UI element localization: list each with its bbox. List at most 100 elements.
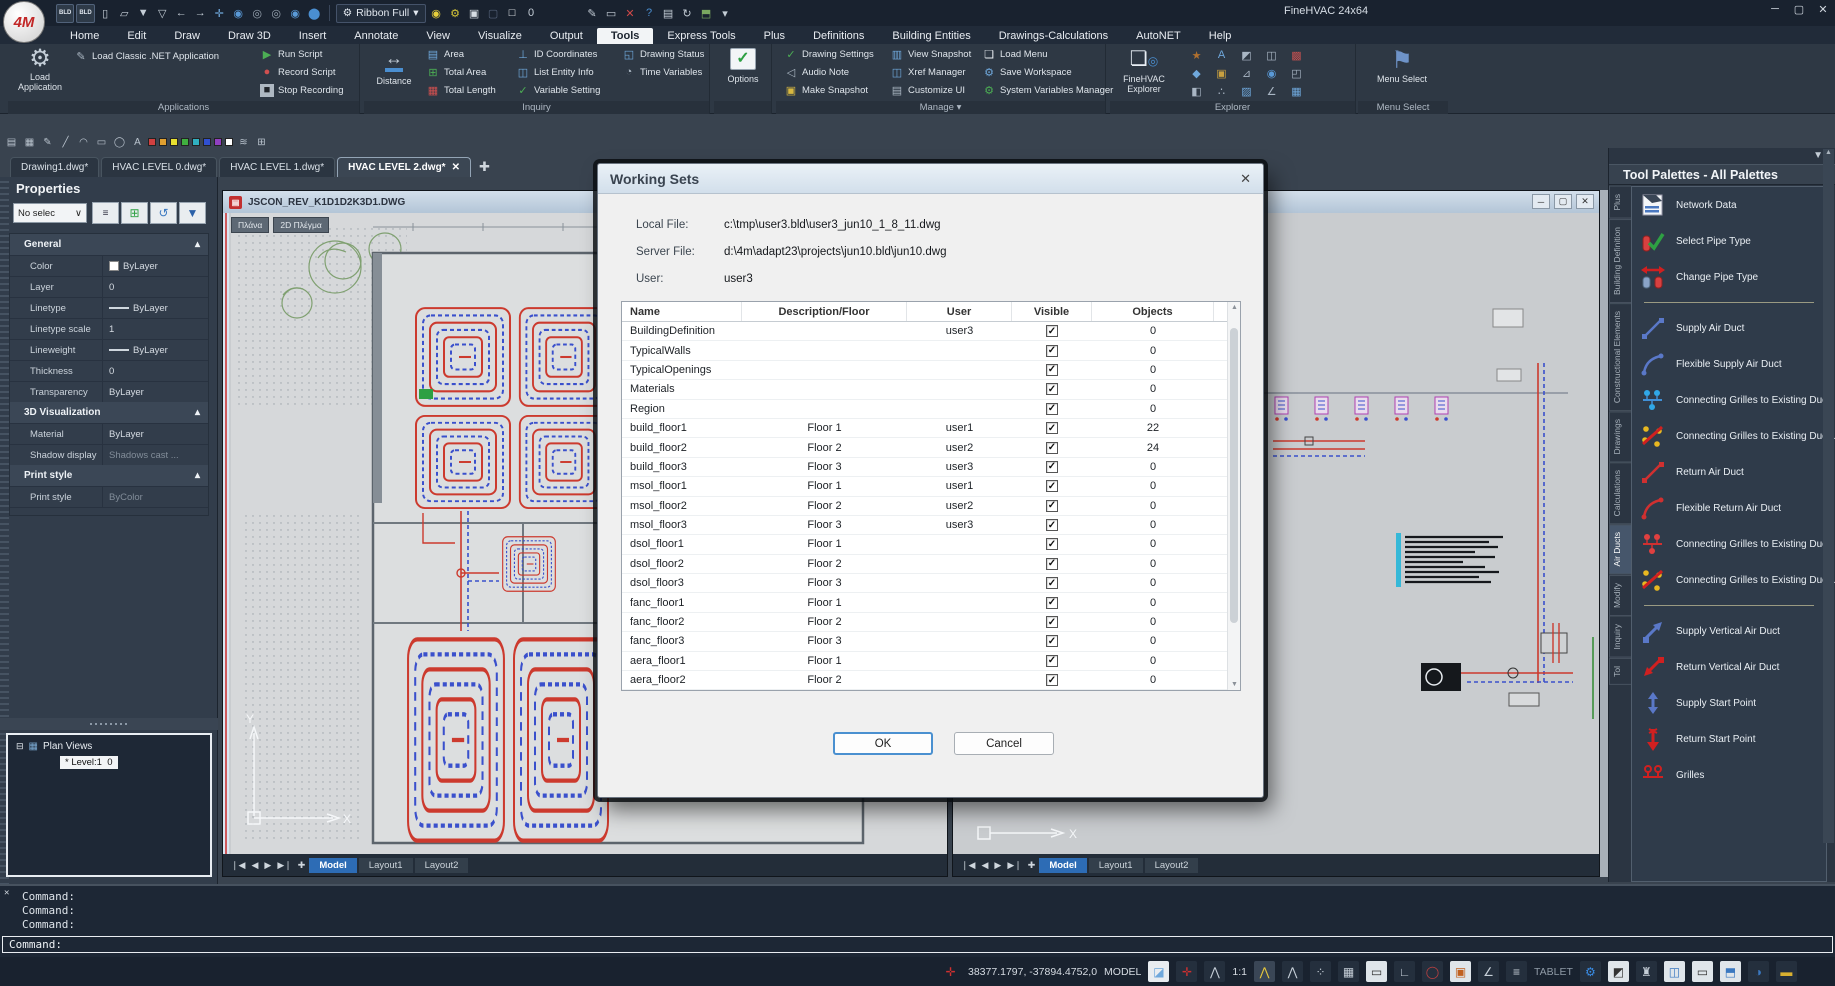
- prop-row-layer[interactable]: Layer0: [10, 276, 208, 297]
- color-swatch[interactable]: [192, 138, 200, 146]
- menu-tab[interactable]: Tools: [597, 28, 654, 44]
- bld-icon[interactable]: BLD: [76, 4, 94, 23]
- new-tab-button[interactable]: ✚: [473, 159, 496, 177]
- palette-tab[interactable]: Calculations: [1609, 462, 1631, 524]
- viewport-scroll-strip[interactable]: [1600, 190, 1608, 877]
- layer-color-icon[interactable]: □: [504, 4, 521, 23]
- prop-row-linetype-scale[interactable]: Linetype scale1: [10, 318, 208, 339]
- new-file-icon[interactable]: ▯: [97, 4, 114, 23]
- finehvac-explorer-button[interactable]: ❏◎ FineHVAC Explorer: [1116, 46, 1172, 94]
- load-classic-net-button[interactable]: ✎ Load Classic .NET Application: [74, 48, 219, 64]
- menu-tab[interactable]: Express Tools: [653, 28, 749, 44]
- bulb-icon[interactable]: ◉: [428, 4, 445, 23]
- menu-tab[interactable]: Home: [56, 28, 113, 44]
- visible-checkbox[interactable]: ✓: [1012, 613, 1092, 631]
- scroll-down-icon[interactable]: ▼: [1228, 681, 1241, 688]
- viewport-restore-button[interactable]: ▢: [1554, 194, 1572, 209]
- color-swatch[interactable]: [170, 138, 178, 146]
- palette-tab[interactable]: Air Ducts: [1609, 524, 1631, 574]
- minimize-button[interactable]: ─: [1767, 3, 1783, 16]
- polar-tracking-icon[interactable]: ◯: [1422, 961, 1443, 982]
- annotation-scale[interactable]: 1:1: [1232, 966, 1247, 978]
- prev-tab-icon[interactable]: ◀: [249, 860, 260, 871]
- close-tab-icon[interactable]: ✕: [452, 162, 460, 173]
- table-row[interactable]: Materials ✓ 0: [622, 380, 1227, 399]
- clipboard-icon[interactable]: ▤: [660, 4, 677, 23]
- panel-splitter[interactable]: [0, 718, 218, 730]
- palette-tab[interactable]: Modify: [1609, 575, 1631, 616]
- layout1-tab[interactable]: Layout1: [1089, 858, 1143, 873]
- menu-tab[interactable]: Help: [1195, 28, 1246, 44]
- table-row[interactable]: msol_floor2 Floor 2 user2 ✓ 0: [622, 497, 1227, 516]
- palette-tab[interactable]: Drawings: [1609, 411, 1631, 462]
- model-tab[interactable]: Model: [309, 858, 356, 873]
- col-user[interactable]: User: [907, 302, 1012, 321]
- plan-view-button[interactable]: Πλάνα: [231, 217, 269, 233]
- audio-note-button[interactable]: ◁Audio Note: [784, 64, 849, 80]
- explorer-tool-icon[interactable]: ◉: [1259, 64, 1284, 82]
- rect-icon[interactable]: ▭: [94, 133, 109, 152]
- color-swatch[interactable]: [159, 138, 167, 146]
- grid-icon[interactable]: ▤: [4, 133, 19, 152]
- gear-yellow-icon[interactable]: ⚙: [447, 4, 464, 23]
- record-script-button[interactable]: ● Record Script: [260, 64, 336, 80]
- visible-checkbox[interactable]: ✓: [1012, 535, 1092, 553]
- explorer-tool-icon[interactable]: ▦: [1284, 82, 1309, 100]
- explorer-tool-icon[interactable]: ◰: [1284, 64, 1309, 82]
- scroll-up-icon[interactable]: ▲: [1228, 304, 1241, 311]
- prev-tab-icon[interactable]: ◀: [979, 860, 990, 871]
- palette-item-flexible-supply-air-duct[interactable]: Flexible Supply Air Duct: [1632, 346, 1826, 382]
- undo-icon[interactable]: ←: [173, 4, 190, 23]
- prop-row-linetype[interactable]: LinetypeByLayer: [10, 297, 208, 318]
- visible-checkbox[interactable]: ✓: [1012, 380, 1092, 398]
- workspace-dropdown[interactable]: ⚙ Ribbon Full ▾: [336, 4, 426, 23]
- palette-item-return-vertical-air-duct[interactable]: Return Vertical Air Duct: [1632, 649, 1826, 685]
- bld-icon[interactable]: BLD: [56, 4, 74, 23]
- explorer-tool-icon[interactable]: ▩: [1284, 46, 1309, 64]
- table-row[interactable]: dsol_floor1 Floor 1 ✓ 0: [622, 535, 1227, 554]
- palette-item-grilles[interactable]: Grilles: [1632, 757, 1826, 793]
- customize-ui-button[interactable]: ▤Customize UI: [890, 82, 965, 98]
- sphere-icon[interactable]: ⬤: [306, 4, 323, 23]
- app-logo-4m[interactable]: 4M: [3, 1, 45, 43]
- table-row[interactable]: fanc_floor3 Floor 3 ✓ 0: [622, 632, 1227, 651]
- monitor-icon[interactable]: ▭: [603, 4, 620, 23]
- palette-tab[interactable]: Inquiry: [1609, 616, 1631, 658]
- visible-checkbox[interactable]: ✓: [1012, 477, 1092, 495]
- palette-tab[interactable]: Tol: [1609, 658, 1631, 685]
- explorer-tool-icon[interactable]: ∠: [1259, 82, 1284, 100]
- plan-views-root[interactable]: ⊟ ▦ Plan Views: [8, 735, 210, 752]
- stop-recording-button[interactable]: ■ Stop Recording: [260, 82, 343, 98]
- hatch-icon[interactable]: ▦: [22, 133, 37, 152]
- menu-tab[interactable]: Visualize: [464, 28, 536, 44]
- select-objects-button[interactable]: ↺: [150, 202, 177, 224]
- close-icon[interactable]: ✕: [4, 888, 9, 898]
- visible-checkbox[interactable]: ✓: [1012, 516, 1092, 534]
- grid-2d-button[interactable]: 2D Πλέγμα: [273, 217, 328, 233]
- load-application-button[interactable]: ⚙ Load Application: [12, 46, 68, 92]
- color-swatch[interactable]: [225, 138, 233, 146]
- monitor-icon[interactable]: ▭: [1692, 961, 1713, 982]
- table-row[interactable]: dsol_floor2 Floor 2 ✓ 0: [622, 555, 1227, 574]
- palette-item-connecting-grilles-return-alt[interactable]: Connecting Grilles to Existing Duct ...: [1632, 562, 1826, 598]
- sphere-icon[interactable]: ◎: [268, 4, 285, 23]
- sphere-icon[interactable]: ◉: [230, 4, 247, 23]
- doc-tab-active[interactable]: HVAC LEVEL 2.dwg*✕: [337, 157, 471, 177]
- prop-row-transparency[interactable]: TransparencyByLayer: [10, 381, 208, 402]
- workspace-switch-icon[interactable]: ◩: [1608, 961, 1629, 982]
- table-row[interactable]: BuildingDefinition user3 ✓ 0: [622, 322, 1227, 341]
- save-workspace-button[interactable]: ⚙Save Workspace: [982, 64, 1072, 80]
- lineweight-display-icon[interactable]: ≡: [1506, 961, 1527, 982]
- visible-checkbox[interactable]: ✓: [1012, 652, 1092, 670]
- palette-item-return-air-duct[interactable]: Return Air Duct: [1632, 454, 1826, 490]
- prop-row-print-style[interactable]: Print styleByColor: [10, 486, 208, 507]
- table-row[interactable]: build_floor3 Floor 3 user3 ✓ 0: [622, 458, 1227, 477]
- autoscale-icon[interactable]: ⋀: [1254, 961, 1275, 982]
- last-tab-icon[interactable]: ▶❘: [1005, 860, 1023, 871]
- color-swatch[interactable]: [214, 138, 222, 146]
- section-3d-visualization[interactable]: 3D Visualization▴: [10, 402, 208, 423]
- explorer-tool-icon[interactable]: ◫: [1259, 46, 1284, 64]
- chevron-down-icon[interactable]: ▼: [1813, 150, 1823, 161]
- load-menu-button[interactable]: ❏Load Menu: [982, 46, 1048, 62]
- palette-item-network-data[interactable]: Network Data: [1632, 187, 1826, 223]
